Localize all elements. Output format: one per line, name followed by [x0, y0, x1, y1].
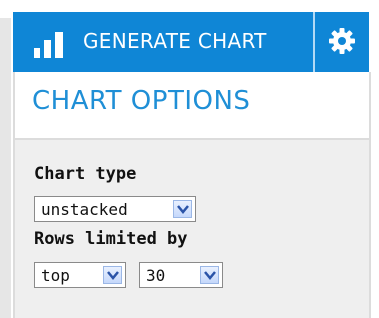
chevron-down-icon[interactable] — [173, 200, 192, 218]
rows-limit-mode-select[interactable]: top — [34, 262, 126, 288]
generate-chart-label: GENERATE CHART — [83, 29, 267, 53]
rows-limit-count-select[interactable]: 30 — [139, 262, 223, 288]
chevron-down-icon[interactable] — [103, 266, 122, 284]
generate-chart-button[interactable]: GENERATE CHART — [13, 12, 312, 72]
chart-type-value: unstacked — [41, 200, 128, 219]
gear-icon — [329, 28, 355, 54]
rows-limit-mode-value: top — [41, 266, 70, 285]
bar-chart-icon — [32, 32, 72, 58]
left-edge-divider — [0, 18, 11, 318]
chart-options-panel: CHART OPTIONS Chart type unstacked Rows … — [13, 72, 371, 318]
chart-options-title: CHART OPTIONS — [32, 86, 251, 116]
chart-type-label: Chart type — [34, 164, 137, 184]
rows-limited-label: Rows limited by — [34, 229, 188, 249]
chart-panel: GENERATE CHART CHART OPTIONS Chart type … — [0, 0, 379, 318]
chart-type-select[interactable]: unstacked — [34, 196, 196, 222]
chart-options-header: CHART OPTIONS — [15, 72, 369, 140]
top-toolbar: GENERATE CHART — [13, 12, 369, 72]
settings-button[interactable] — [315, 12, 369, 72]
rows-limit-count-value: 30 — [146, 266, 166, 285]
chevron-down-icon[interactable] — [200, 266, 219, 284]
